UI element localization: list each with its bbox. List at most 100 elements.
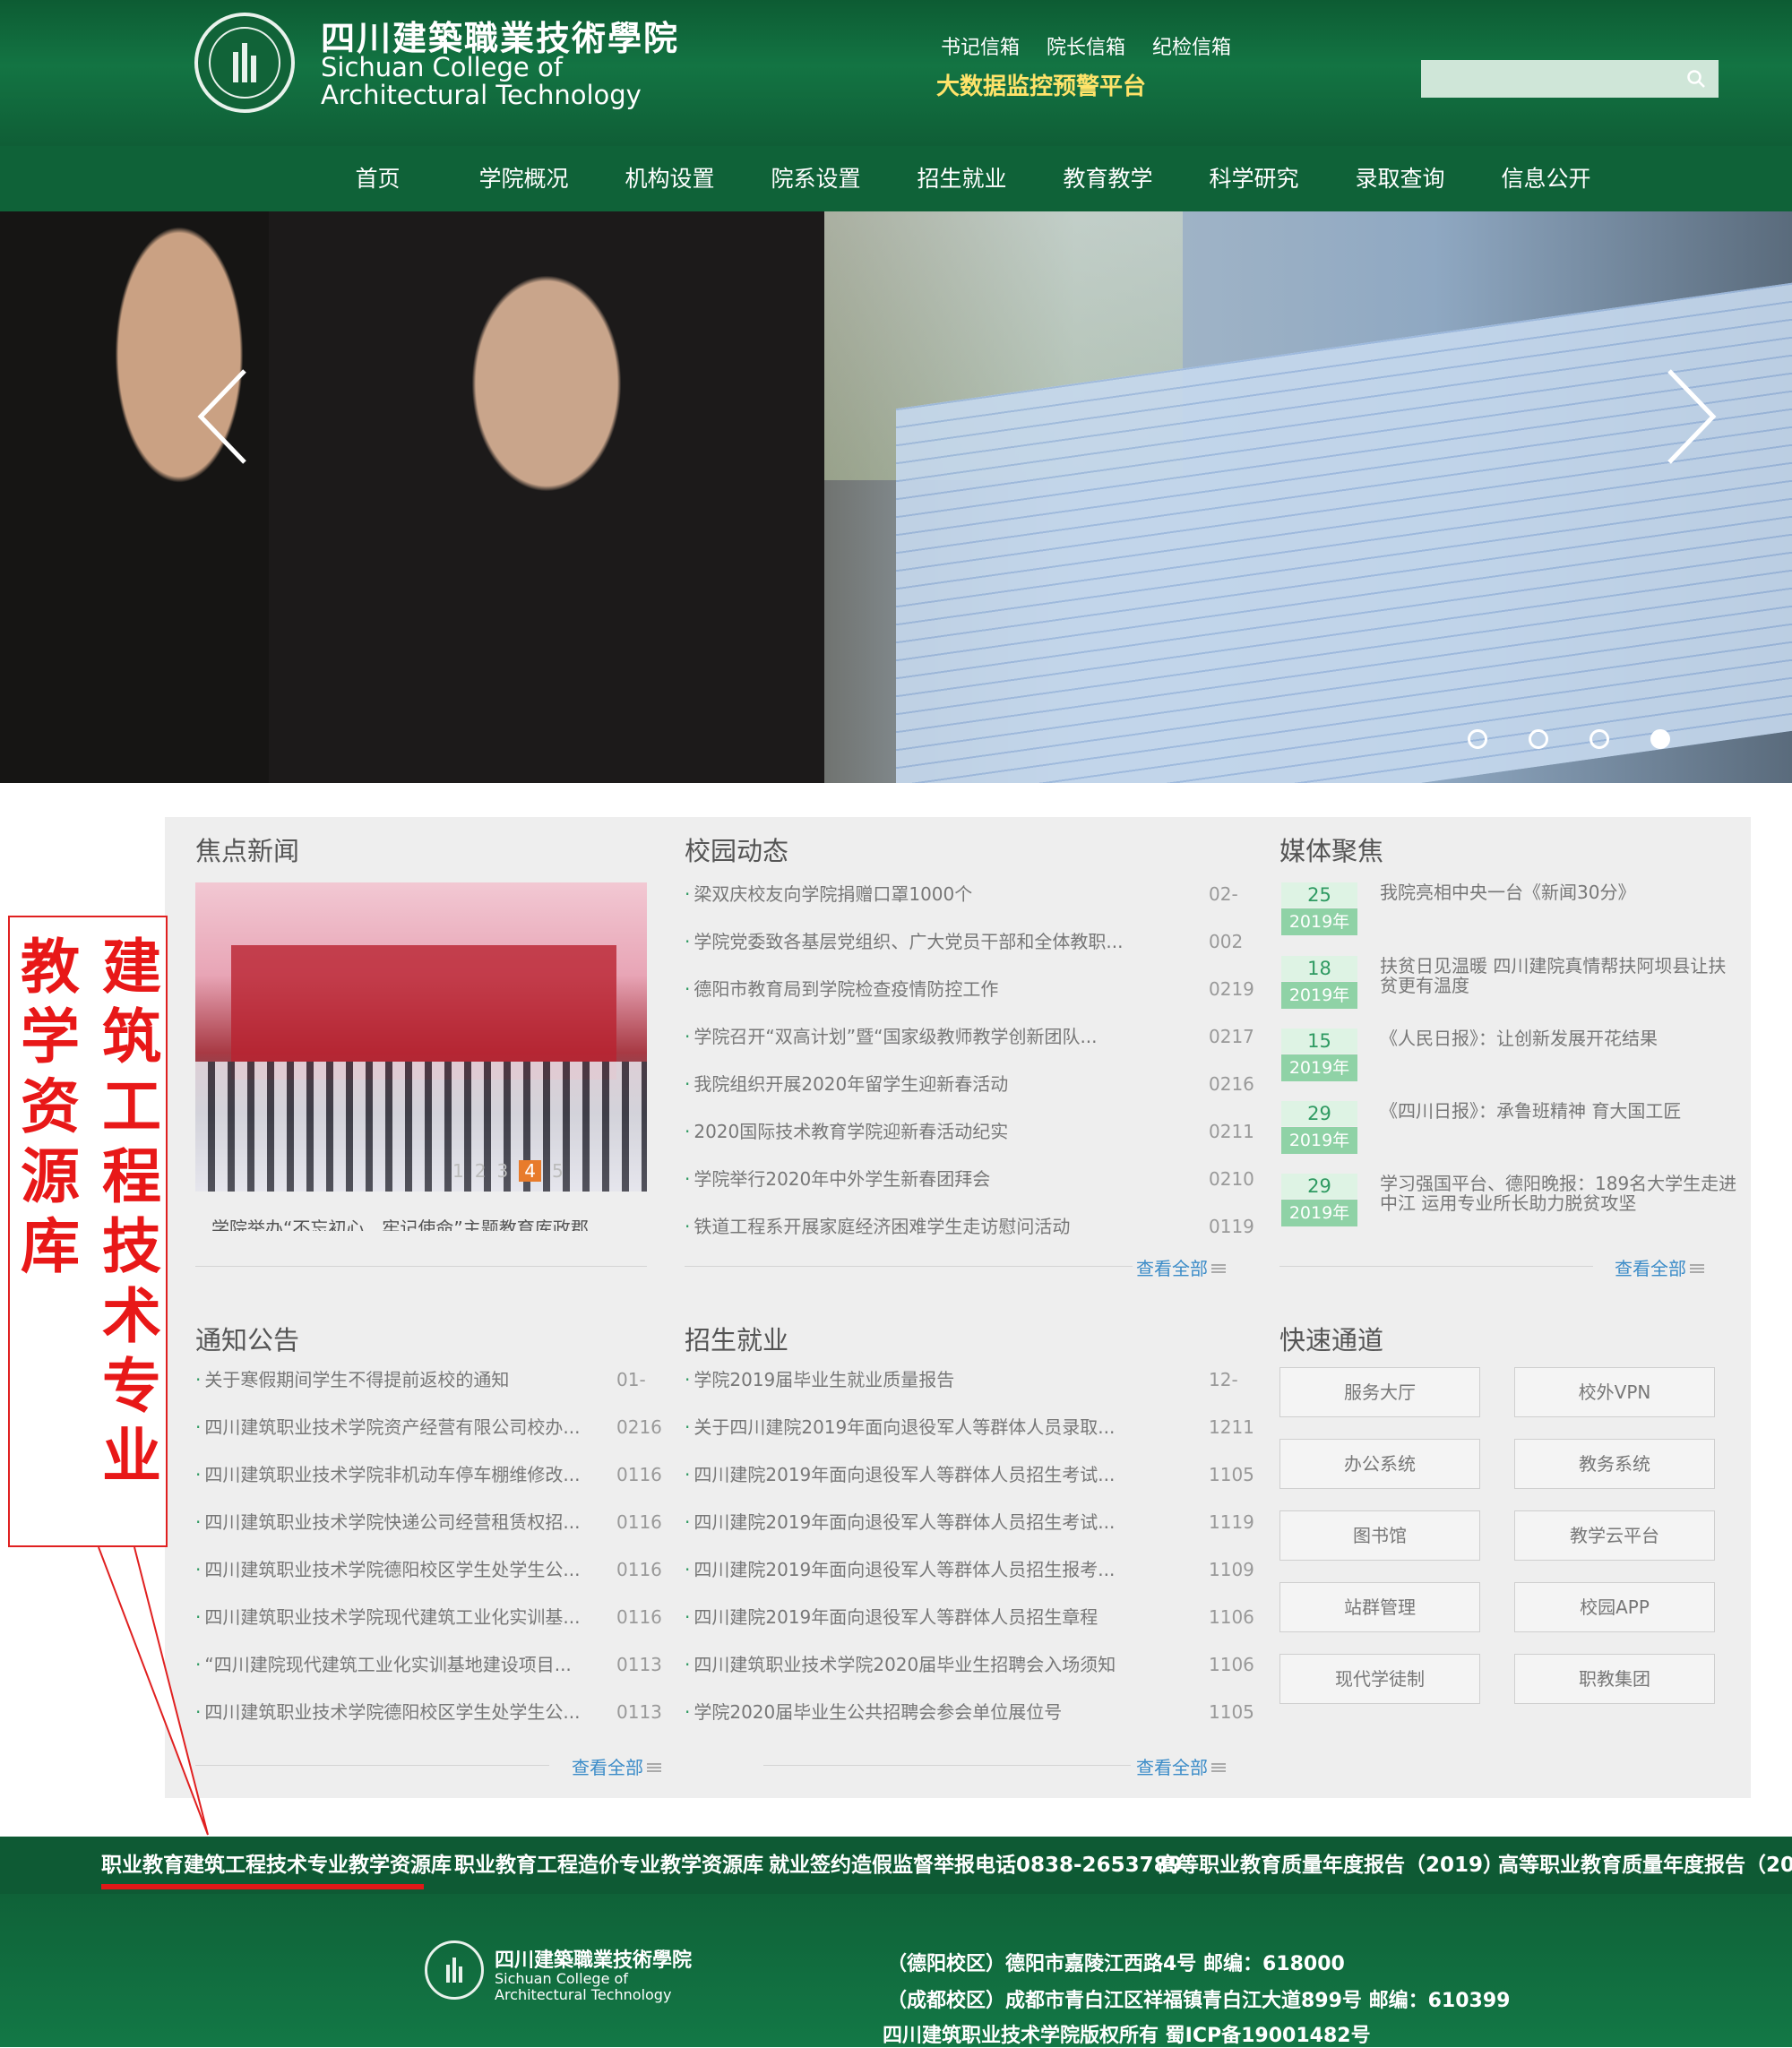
focus-news-title: 焦点新闻	[195, 836, 300, 866]
annotation-char: 专	[102, 1351, 161, 1421]
bullet-icon: ·	[195, 1654, 202, 1675]
list-item[interactable]: · “四川建院现代建筑工业化实训基地建设项目... 0113	[195, 1651, 662, 1699]
carousel-indicators	[1468, 729, 1670, 749]
nav-item-departments[interactable]: 院系设置	[743, 146, 889, 211]
highlight-underline	[101, 1884, 424, 1889]
pager-item[interactable]: 2	[475, 1160, 487, 1182]
list-item[interactable]: · 四川建院2019年面向退役军人等群体人员招生章程 1106	[685, 1604, 1254, 1651]
list-item-text: 学院党委致各基层党组织、广大党员干部和全体教职...	[694, 931, 1124, 952]
quick-link-apprenticeship[interactable]: 现代学徒制	[1279, 1654, 1480, 1704]
search-button[interactable]	[1674, 60, 1719, 98]
list-item[interactable]: · 我院组织开展2020年留学生迎新春活动 0216	[685, 1071, 1254, 1118]
list-item[interactable]: · 四川建筑职业技术学院资产经营有限公司校办... 0216	[195, 1414, 662, 1461]
carousel-dot[interactable]	[1529, 729, 1548, 749]
list-item[interactable]: · 四川建院2019年面向退役军人等群体人员招生报考... 1109	[685, 1556, 1254, 1604]
bullet-icon: ·	[195, 1369, 202, 1390]
list-item[interactable]: · 学院召开“双高计划”暨“国家级教师教学创新团队... 0217	[685, 1023, 1254, 1071]
link-quality-report-2020[interactable]: 高等职业教育质量年度报告（2020	[1498, 1837, 1792, 1894]
annotation-char: 工	[102, 1071, 161, 1141]
list-item-date: 002	[1209, 931, 1244, 952]
carousel-next-button[interactable]	[1665, 367, 1719, 466]
media-item[interactable]: 29 2019年 《四川日报》：承鲁班精神 育大国工匠	[1281, 1101, 1738, 1164]
pager-item[interactable]: 3	[496, 1160, 508, 1182]
list-item[interactable]: · 四川建筑职业技术学院非机动车停车棚维修改... 0116	[195, 1461, 662, 1509]
nav-item-admissions[interactable]: 招生就业	[889, 146, 1035, 211]
admissions-more-link[interactable]: 查看全部	[1136, 1753, 1226, 1779]
list-item[interactable]: · 四川建筑职业技术学院现代建筑工业化实训基... 0116	[195, 1604, 662, 1651]
nav-item-research[interactable]: 科学研究	[1181, 146, 1327, 211]
media-item[interactable]: 29 2019年 学习强国平台、德阳晚报：189名大学生走进中江 运用专业所长助…	[1281, 1174, 1738, 1236]
media-item[interactable]: 25 2019年 我院亮相中央一台《新闻30分》	[1281, 882, 1738, 945]
quick-link-vocational-group[interactable]: 职教集团	[1514, 1654, 1715, 1704]
media-item[interactable]: 18 2019年 扶贫日见温暖 四川建院真情帮扶阿坝县让扶贫更有温度	[1281, 956, 1738, 1019]
focus-news-caption[interactable]: 学院举办“不忘初心、牢记使命”主题教育库政郡	[211, 1215, 633, 1231]
nav-item-about[interactable]: 学院概况	[451, 146, 597, 211]
quick-link-vpn[interactable]: 校外VPN	[1514, 1367, 1715, 1417]
nav-item-admission-query[interactable]: 录取查询	[1327, 146, 1473, 211]
divider	[195, 1765, 549, 1766]
list-icon	[1690, 1264, 1704, 1275]
quick-link-service-hall[interactable]: 服务大厅	[1279, 1367, 1480, 1417]
quick-link-library[interactable]: 图书馆	[1279, 1510, 1480, 1561]
bullet-icon: ·	[195, 1559, 202, 1580]
media-item-text: 《人民日报》：让创新发展开花结果	[1380, 1028, 1658, 1049]
pager-item[interactable]: 5	[552, 1160, 564, 1182]
media-item[interactable]: 15 2019年 《人民日报》：让创新发展开花结果	[1281, 1028, 1738, 1091]
quick-link-site-management[interactable]: 站群管理	[1279, 1582, 1480, 1632]
list-item[interactable]: · 关于寒假期间学生不得提前返校的通知 01-	[195, 1366, 652, 1414]
nav-item-teaching[interactable]: 教育教学	[1035, 146, 1181, 211]
carousel-dot-active[interactable]	[1650, 729, 1670, 749]
carousel-dot[interactable]	[1590, 729, 1609, 749]
link-report-hotline[interactable]: 就业签约造假监督举报电话0838-2653789	[769, 1837, 1183, 1894]
focus-news-image[interactable]	[195, 882, 647, 1192]
list-item-text: 四川建筑职业技术学院2020届毕业生招聘会入场须知	[694, 1654, 1116, 1675]
link-cost-resource-library[interactable]: 职业教育工程造价专业教学资源库	[454, 1837, 763, 1894]
list-item[interactable]: · 学院党委致各基层党组织、广大党员干部和全体教职... 002	[685, 928, 1244, 976]
carousel-prev-button[interactable]	[195, 367, 249, 466]
quick-link-campus-app[interactable]: 校园APP	[1514, 1582, 1715, 1632]
pager-item[interactable]: 1	[452, 1160, 464, 1182]
list-item[interactable]: · 学院举行2020年中外学生新春团拜会 0210	[685, 1166, 1254, 1213]
list-item[interactable]: · 四川建筑职业技术学院2020届毕业生招聘会入场须知 1106	[685, 1651, 1254, 1699]
campus-news-more-link[interactable]: 查看全部	[1136, 1254, 1226, 1280]
admissions-list: · 学院2019届毕业生就业质量报告 12- · 关于四川建院2019年面向退役军人等…	[685, 1366, 1254, 1746]
big-data-platform-link[interactable]: 大数据监控预警平台	[936, 68, 1146, 101]
list-item[interactable]: · 学院2019届毕业生就业质量报告 12-	[685, 1366, 1240, 1414]
link-quality-report-2019[interactable]: 高等职业教育质量年度报告（2019）	[1158, 1837, 1503, 1894]
news-image-crowd	[195, 1062, 647, 1192]
list-item[interactable]: · 德阳市教育局到学院检查疫情防控工作 0219	[685, 976, 1254, 1023]
nav-item-organization[interactable]: 机构设置	[597, 146, 743, 211]
nav-item-home[interactable]: 首页	[305, 146, 451, 211]
list-item[interactable]: · 四川建筑职业技术学院德阳校区学生处学生公... 0116	[195, 1556, 662, 1604]
list-item[interactable]: · 关于四川建院2019年面向退役军人等群体人员录取... 1211	[685, 1414, 1254, 1461]
search-input[interactable]	[1421, 60, 1672, 98]
list-item[interactable]: · 梁双庆校友向学院捐赠口罩1000个 02-	[685, 881, 1240, 928]
quick-link-academic-system[interactable]: 教务系统	[1514, 1439, 1715, 1489]
media-focus-more-link[interactable]: 查看全部	[1615, 1254, 1704, 1280]
carousel-dot[interactable]	[1468, 729, 1487, 749]
media-item-day: 15	[1281, 1028, 1357, 1054]
list-item[interactable]: · 学院2020届毕业生公共招聘会参会单位展位号 1105	[685, 1699, 1254, 1746]
media-item-year: 2019年	[1281, 908, 1357, 935]
annotation-char: 教	[21, 932, 80, 1002]
list-item[interactable]: · 四川建院2019年面向退役军人等群体人员招生考试... 1105	[685, 1461, 1254, 1509]
notices-more-link[interactable]: 查看全部	[572, 1753, 661, 1779]
college-seal-icon[interactable]	[194, 13, 295, 113]
quick-link-cloud-platform[interactable]: 教学云平台	[1514, 1510, 1715, 1561]
discipline-mailbox-link[interactable]: 纪检信箱	[1152, 31, 1231, 60]
secretary-mailbox-link[interactable]: 书记信箱	[941, 31, 1020, 60]
list-item[interactable]: · 四川建筑职业技术学院快递公司经营租赁权招... 0116	[195, 1509, 662, 1556]
footer-address-chengdu: （成都校区）成都市青白江区祥福镇青白江大道899号 邮编：610399	[887, 1990, 1511, 2012]
footer-college-name-en: Sichuan College of Architectural Technol…	[495, 1971, 671, 2003]
nav-item-public-info[interactable]: 信息公开	[1473, 146, 1619, 211]
list-item[interactable]: · 四川建筑职业技术学院德阳校区学生处学生公... 0113	[195, 1699, 662, 1746]
list-item[interactable]: · 四川建院2019年面向退役军人等群体人员招生考试... 1119	[685, 1509, 1254, 1556]
list-item-date: 0210	[1209, 1168, 1254, 1190]
list-item-date: 1105	[1209, 1464, 1254, 1485]
list-item[interactable]: · 2020国际技术教育学院迎新春活动纪实 0211	[685, 1118, 1254, 1166]
hero-carousel	[0, 211, 1792, 783]
pager-item-active[interactable]: 4	[519, 1160, 541, 1182]
list-item-date: 1106	[1209, 1654, 1254, 1675]
president-mailbox-link[interactable]: 院长信箱	[1047, 31, 1125, 60]
quick-link-office-system[interactable]: 办公系统	[1279, 1439, 1480, 1489]
